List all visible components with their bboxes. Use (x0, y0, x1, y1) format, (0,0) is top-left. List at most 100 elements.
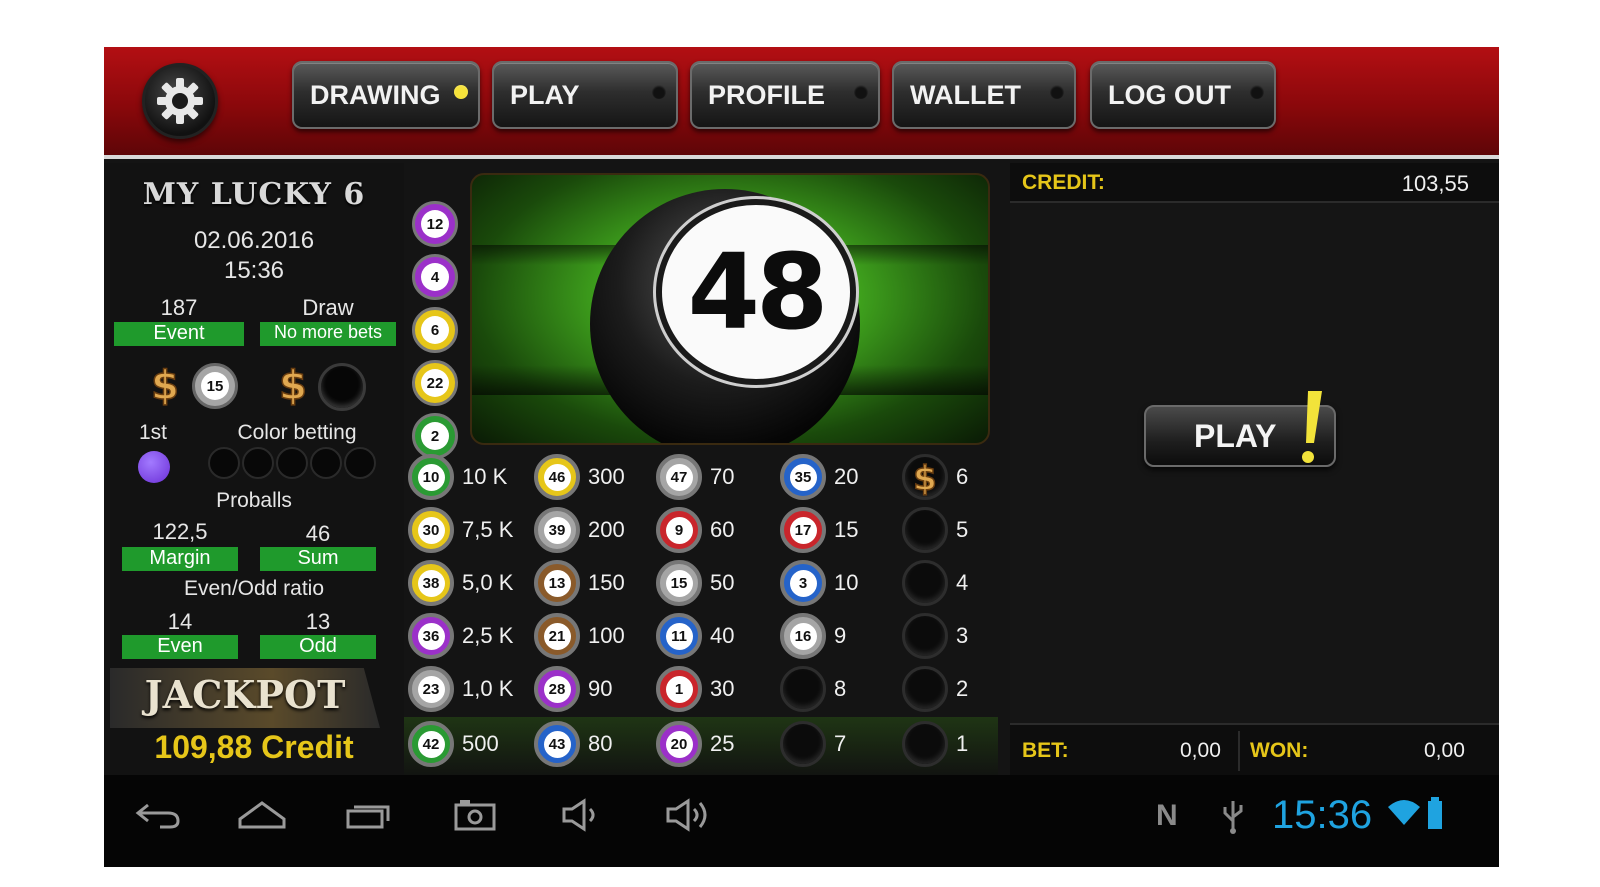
color-slot[interactable] (208, 447, 240, 479)
screenshot-icon[interactable] (452, 797, 498, 833)
ball-number: 42 (417, 730, 445, 758)
won-label: WON: (1250, 739, 1309, 762)
color-slot[interactable] (344, 447, 376, 479)
number-ball: 46 (534, 454, 580, 500)
number-ball: 30 (408, 507, 454, 553)
back-icon[interactable] (134, 797, 182, 833)
empty-ball-slot (318, 363, 366, 411)
volume-up-icon[interactable] (664, 797, 714, 833)
odds-cell: 43 80 (534, 719, 612, 769)
ball-number: 16 (789, 622, 817, 650)
odds-value: 10 (834, 570, 859, 595)
volume-down-icon[interactable] (560, 797, 604, 833)
number-ball: 36 (408, 613, 454, 659)
nav-play-label: PLAY (510, 79, 580, 110)
odds-value: 8 (834, 676, 847, 701)
color-slot[interactable] (242, 447, 274, 479)
number-ball: 1 (656, 666, 702, 712)
ball-number: 23 (417, 675, 445, 703)
ball-number: 46 (543, 463, 571, 491)
usb-icon (1223, 801, 1243, 834)
nav-profile-label: PROFILE (708, 79, 826, 110)
nav-logout-button[interactable]: LOG OUT (1090, 61, 1276, 129)
home-icon[interactable] (236, 797, 288, 833)
odds-cell: 28 90 (534, 664, 612, 714)
odds-cell: 36 2,5 K (408, 611, 513, 661)
draw-status-label: No more bets (260, 322, 396, 346)
odds-cell: 9 60 (656, 505, 734, 555)
odds-cell: 11 40 (656, 611, 734, 661)
drawn-ball-number: 6 (421, 316, 449, 344)
odds-value: 15 (834, 517, 859, 542)
nav-wallet-label: WALLET (910, 79, 1021, 110)
nav-logout-label: LOG OUT (1108, 79, 1231, 110)
bet-won-bar: BET: 0,00 WON: 0,00 (1010, 723, 1499, 775)
odds-cell: $6 (902, 452, 968, 502)
ball-number: 47 (665, 463, 693, 491)
inactive-indicator-icon (652, 85, 666, 99)
odd-value: 13 (305, 609, 331, 634)
status-clock: 15:36 (1272, 793, 1373, 837)
ball-number: 20 (665, 730, 693, 758)
draw-status-value: Draw (302, 295, 354, 320)
ball-number: 17 (789, 516, 817, 544)
even-odd-ratio-label: Even/Odd ratio (183, 577, 325, 600)
drawn-ball: 4 (412, 254, 458, 300)
empty-ball-slot (902, 666, 948, 712)
odds-cell: 4 (902, 558, 968, 608)
odds-value: 70 (710, 464, 735, 489)
nav-profile-button[interactable]: PROFILE (690, 61, 880, 129)
odds-value: 1 (956, 731, 969, 756)
settings-gear-icon[interactable] (142, 63, 218, 139)
game-title: MY LUCKY 6 (142, 177, 366, 212)
ball-number: 11 (665, 622, 693, 650)
odds-cell: 38 5,0 K (408, 558, 513, 608)
current-ball-number: 48 (687, 231, 829, 353)
even-value: 14 (167, 609, 193, 634)
wifi-icon (1388, 800, 1420, 825)
ball-number: 21 (543, 622, 571, 650)
number-ball: 23 (408, 666, 454, 712)
empty-ball-slot (780, 721, 826, 767)
number-ball: 9 (656, 507, 702, 553)
nav-drawing-button[interactable]: DRAWING (292, 61, 480, 129)
number-ball: 28 (534, 666, 580, 712)
odds-value: 1,0 K (462, 676, 514, 701)
color-slot[interactable] (276, 447, 308, 479)
odds-value: 20 (834, 464, 859, 489)
odds-cell: 46 300 (534, 452, 625, 502)
odds-value: 150 (588, 570, 625, 595)
odds-cell: 3 10 (780, 558, 858, 608)
betting-panel: CREDIT: 103,55 PLAY BET: 0,00 WON: 0,00 (1010, 163, 1499, 775)
ball-number: 35 (789, 463, 817, 491)
svg-text:$: $ (279, 363, 307, 407)
draw-date: 02.06.2016 (193, 227, 315, 254)
odds-cell: 35 20 (780, 452, 858, 502)
sum-value: 46 (305, 521, 331, 546)
color-slot[interactable] (310, 447, 342, 479)
color-betting-slots (208, 447, 378, 479)
odds-value: 9 (834, 623, 847, 648)
nav-wallet-button[interactable]: WALLET (892, 61, 1076, 129)
dollar-icon: $ (276, 361, 310, 410)
svg-text:$: $ (151, 363, 179, 407)
system-navigation-bar: N 15:36 (104, 775, 1499, 867)
odds-value: 80 (588, 731, 613, 756)
dollar-icon: $ (148, 361, 182, 410)
odds-cell: 3 (902, 611, 968, 661)
ball-number: 39 (543, 516, 571, 544)
sum-label: Sum (260, 547, 376, 571)
empty-ball-slot (902, 613, 948, 659)
play-button[interactable]: PLAY (1144, 391, 1336, 467)
ball-number: 43 (543, 730, 571, 758)
device-screen: DRAWING PLAY PROFILE WALLET LOG OUT MY L… (104, 47, 1499, 867)
recent-apps-icon[interactable] (344, 797, 394, 833)
exclamation-icon (1302, 391, 1322, 463)
odds-value: 5,0 K (462, 570, 514, 595)
credit-bar: CREDIT: 103,55 (1010, 163, 1499, 203)
nav-play-button[interactable]: PLAY (492, 61, 678, 129)
odds-value: 200 (588, 517, 625, 542)
dollar-icon: $ (902, 454, 948, 500)
odds-value: 2 (956, 676, 969, 701)
number-ball: 15 (656, 560, 702, 606)
